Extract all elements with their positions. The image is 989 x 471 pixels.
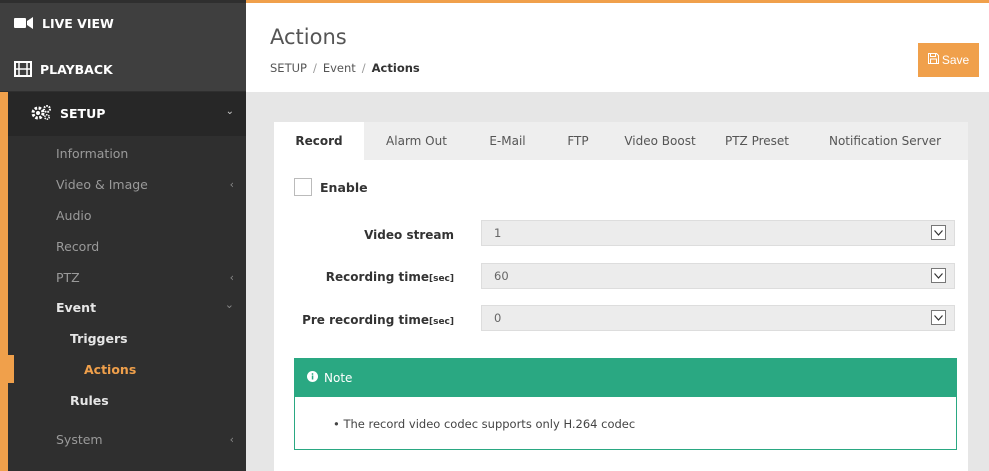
nav-live-view[interactable]: LIVE VIEW: [14, 6, 114, 40]
breadcrumb-separator: /: [361, 61, 366, 75]
pre-recording-time-select[interactable]: 0: [481, 305, 955, 331]
sidebar-item-video-image[interactable]: Video & Image: [56, 174, 148, 196]
nav-live-view-label: LIVE VIEW: [42, 15, 114, 31]
sidebar-item-triggers[interactable]: Triggers: [70, 328, 128, 350]
tab-video-boost[interactable]: Video Boost: [610, 122, 710, 160]
tab-record[interactable]: Record: [274, 122, 364, 160]
sidebar-item-ptz[interactable]: PTZ: [56, 267, 80, 289]
breadcrumb-setup[interactable]: SETUP: [270, 61, 307, 75]
actions-panel: Record Alarm Out E-Mail FTP Video Boost …: [274, 122, 968, 471]
chevron-down-icon: ⌄: [224, 298, 234, 311]
chevron-down-icon: [931, 225, 946, 240]
active-item-marker: [0, 355, 14, 383]
note-body: • The record video codec supports only H…: [295, 397, 956, 431]
chevron-down-icon: ⌄: [225, 106, 234, 117]
enable-label: Enable: [320, 179, 368, 195]
chevron-left-icon: ‹: [229, 433, 234, 446]
chevron-left-icon: ‹: [229, 271, 234, 284]
nav-setup[interactable]: SETUP ⌄: [0, 92, 246, 136]
tab-email[interactable]: E-Mail: [469, 122, 546, 160]
chevron-down-icon: [931, 310, 946, 325]
nav-playback-label: PLAYBACK: [40, 61, 113, 77]
breadcrumb-separator: /: [312, 61, 317, 75]
bullet-icon: •: [333, 417, 340, 431]
sidebar-item-event[interactable]: Event: [56, 297, 96, 319]
gears-icon: [30, 104, 52, 123]
tab-alarm-out[interactable]: Alarm Out: [366, 122, 467, 160]
info-icon: [307, 371, 318, 385]
page-header: Actions SETUP / Event / Actions Save: [246, 3, 989, 92]
nav-setup-label: SETUP: [60, 106, 106, 121]
recording-time-value: 60: [494, 269, 509, 283]
tab-ptz-preset[interactable]: PTZ Preset: [712, 122, 802, 160]
sidebar-item-record[interactable]: Record: [56, 236, 99, 258]
save-button[interactable]: Save: [918, 43, 979, 77]
video-stream-value: 1: [494, 226, 502, 240]
tab-notification-server[interactable]: Notification Server: [804, 122, 966, 160]
note-title: Note: [324, 371, 353, 385]
recording-time-label: Recording time[sec]: [325, 270, 454, 284]
tab-bar: Record Alarm Out E-Mail FTP Video Boost …: [274, 122, 968, 160]
sidebar-item-rules[interactable]: Rules: [70, 390, 109, 412]
sidebar-item-audio[interactable]: Audio: [56, 205, 92, 227]
pre-recording-time-unit: [sec]: [428, 317, 454, 327]
breadcrumb-event[interactable]: Event: [323, 61, 356, 75]
chevron-left-icon: ‹: [229, 178, 234, 191]
recording-time-unit: [sec]: [428, 274, 454, 284]
page-title: Actions: [270, 25, 347, 49]
save-button-label: Save: [941, 53, 970, 67]
chevron-down-icon: [931, 268, 946, 283]
sidebar-item-system[interactable]: System: [56, 429, 103, 451]
video-stream-select[interactable]: 1: [481, 220, 955, 246]
video-camera-icon: [14, 16, 34, 30]
note-box: Note • The record video codec supports o…: [294, 358, 957, 450]
pre-recording-time-value: 0: [494, 311, 502, 325]
nav-playback[interactable]: PLAYBACK: [14, 52, 113, 86]
note-header: Note: [295, 359, 956, 397]
enable-row: Enable: [294, 178, 368, 196]
sidebar-item-information[interactable]: Information: [56, 143, 128, 165]
enable-checkbox[interactable]: [294, 178, 312, 196]
content-area: Record Alarm Out E-Mail FTP Video Boost …: [246, 92, 989, 471]
film-icon: [14, 61, 32, 77]
breadcrumb: SETUP / Event / Actions: [270, 61, 420, 75]
tab-ftp[interactable]: FTP: [548, 122, 608, 160]
floppy-disk-icon: [927, 53, 939, 67]
sidebar: LIVE VIEW PLAYBACK SETUP ⌄ Information V…: [0, 0, 246, 471]
breadcrumb-actions: Actions: [371, 61, 420, 75]
sidebar-item-actions[interactable]: Actions: [84, 359, 136, 381]
video-stream-label: Video stream: [364, 228, 454, 242]
setup-submenu: Information Video & Image ‹ Audio Record…: [0, 136, 246, 471]
note-item: The record video codec supports only H.2…: [343, 417, 636, 431]
pre-recording-time-label: Pre recording time[sec]: [302, 313, 454, 327]
recording-time-select[interactable]: 60: [481, 263, 955, 289]
